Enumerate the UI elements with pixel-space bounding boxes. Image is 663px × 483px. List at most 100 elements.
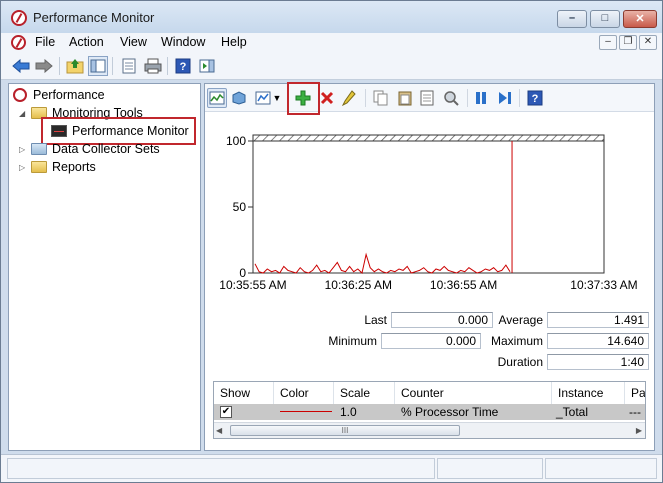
close-button[interactable]: ✕ (623, 10, 657, 28)
view-log-data-button[interactable] (229, 88, 249, 108)
change-graph-type-button[interactable] (253, 88, 273, 108)
column-header-instance[interactable]: Instance (552, 382, 625, 404)
status-segment (7, 458, 435, 479)
toolbar-separator (59, 57, 60, 75)
up-one-level-button[interactable] (65, 56, 85, 76)
column-header-parent[interactable]: Pa (625, 382, 645, 404)
maximum-label: Maximum (490, 334, 543, 348)
column-header-show[interactable]: Show (214, 382, 274, 404)
magnifier-icon (444, 91, 459, 106)
color-swatch-line (280, 411, 332, 412)
help-icon: ? (527, 90, 543, 106)
mdi-minimize-button[interactable]: – (599, 35, 617, 50)
duration-label: Duration (497, 355, 543, 369)
dropdown-arrow-icon: ▼ (272, 93, 282, 103)
delete-counter-button[interactable] (317, 88, 337, 108)
graph-plot-area (252, 140, 605, 274)
scale-cell: 1.0 (340, 405, 357, 419)
back-arrow-icon (12, 59, 30, 73)
performance-monitor-pane: ▼ ? 100 50 0 10:35:55 AM 10:36:25 AM 10:… (204, 82, 655, 451)
tree-item-reports[interactable]: ▷ Reports (19, 158, 96, 176)
show-hide-action-pane-button[interactable] (197, 56, 217, 76)
performance-graph[interactable]: 100 50 0 10:35:55 AM 10:36:25 AM 10:36:55 AM… (205, 113, 654, 303)
properties-button[interactable] (119, 56, 139, 76)
x-tick-label: 10:36:25 AM (325, 278, 392, 292)
mdi-restore-button[interactable]: ❐ (619, 35, 637, 50)
average-value: 1.491 (547, 312, 649, 328)
instance-cell: _Total (556, 405, 589, 419)
performance-monitor-app-icon[interactable] (11, 10, 27, 26)
show-checkbox[interactable]: ✔ (220, 406, 232, 418)
highlight-counter-button[interactable] (339, 88, 359, 108)
menu-action[interactable]: Action (69, 35, 104, 49)
table-row[interactable]: ✔ 1.0 % Processor Time _Total --- (214, 404, 645, 420)
toolbar-separator (167, 57, 168, 75)
scroll-left-icon[interactable]: ◀ (216, 426, 222, 435)
column-header-color[interactable]: Color (274, 382, 334, 404)
menu-help[interactable]: Help (221, 35, 247, 49)
last-value: 0.000 (391, 312, 493, 328)
column-header-counter[interactable]: Counter (395, 382, 552, 404)
collapsed-triangle-icon[interactable]: ▷ (19, 145, 31, 154)
toolbar-separator (519, 89, 520, 107)
menu-window[interactable]: Window (161, 35, 205, 49)
menu-file[interactable]: File (35, 35, 55, 49)
statistics-panel: Last 0.000 Average 1.491 Minimum 0.000 M… (205, 310, 654, 380)
counter-legend-table: Show Color Scale Counter Instance Pa ✔ 1… (213, 381, 646, 439)
step-forward-icon (499, 92, 511, 104)
x-tick-label: 10:37:33 AM (570, 278, 637, 292)
console-tree: Performance ◢ Monitoring Tools Performan… (8, 83, 201, 451)
data-collector-sets-icon (31, 143, 47, 155)
menu-view[interactable]: View (120, 35, 147, 49)
average-label: Average (498, 313, 543, 327)
main-window: Performance Monitor – □ ✕ File Action Vi… (0, 0, 663, 483)
scroll-right-icon[interactable]: ▶ (636, 426, 642, 435)
x-tick-label: 10:36:55 AM (430, 278, 497, 292)
update-data-button[interactable] (495, 88, 515, 108)
help-icon: ? (175, 58, 191, 74)
graph-type-dropdown[interactable]: ▼ (271, 88, 283, 108)
performance-icon (13, 88, 27, 102)
action-pane-icon (199, 59, 215, 73)
help-button[interactable]: ? (525, 88, 545, 108)
graph-type-icon (255, 91, 271, 105)
scroll-thumb[interactable]: III (230, 425, 460, 436)
svg-text:?: ? (532, 93, 539, 105)
clipboard-icon (398, 91, 412, 106)
minimum-label: Minimum (328, 334, 377, 348)
properties-button[interactable] (417, 88, 437, 108)
zoom-button[interactable] (441, 88, 461, 108)
forward-button[interactable] (34, 56, 54, 76)
last-label: Last (364, 313, 387, 327)
toolbar-separator (467, 89, 468, 107)
tree-item-performance[interactable]: Performance (13, 86, 105, 104)
back-button[interactable] (11, 56, 31, 76)
collapsed-triangle-icon[interactable]: ▷ (19, 163, 31, 172)
graph-canvas: 100500 10:35:55 AM 10:36:25 AM 10:36:55 AM… (219, 134, 637, 292)
status-segment (437, 458, 543, 479)
parent-cell: --- (629, 405, 641, 419)
window-title: Performance Monitor (33, 10, 155, 25)
tree-item-data-collector-sets[interactable]: ▷ Data Collector Sets (19, 140, 160, 158)
expanded-triangle-icon[interactable]: ◢ (19, 109, 31, 118)
freeze-display-button[interactable] (471, 88, 491, 108)
copy-properties-button[interactable] (371, 88, 391, 108)
y-tick-label: 100 (226, 134, 246, 148)
folder-up-icon (66, 59, 84, 74)
mdi-close-button[interactable]: ✕ (639, 35, 657, 50)
help-button[interactable]: ? (173, 56, 193, 76)
show-hide-console-tree-button[interactable] (88, 56, 108, 76)
paste-counter-list-button[interactable] (395, 88, 415, 108)
column-header-scale[interactable]: Scale (334, 382, 395, 404)
maximize-button[interactable]: □ (590, 10, 620, 28)
mmc-system-menu-icon[interactable] (11, 35, 26, 50)
print-button[interactable] (143, 56, 163, 76)
minimize-button[interactable]: – (557, 10, 587, 28)
horizontal-scrollbar[interactable]: ◀ III ▶ (214, 422, 645, 438)
main-toolbar: ? (1, 53, 662, 80)
view-current-activity-button[interactable] (207, 88, 227, 108)
toolbar-separator (365, 89, 366, 107)
title-bar: Performance Monitor – □ ✕ (1, 1, 662, 33)
pencil-icon (342, 90, 356, 106)
properties-icon (420, 90, 434, 106)
